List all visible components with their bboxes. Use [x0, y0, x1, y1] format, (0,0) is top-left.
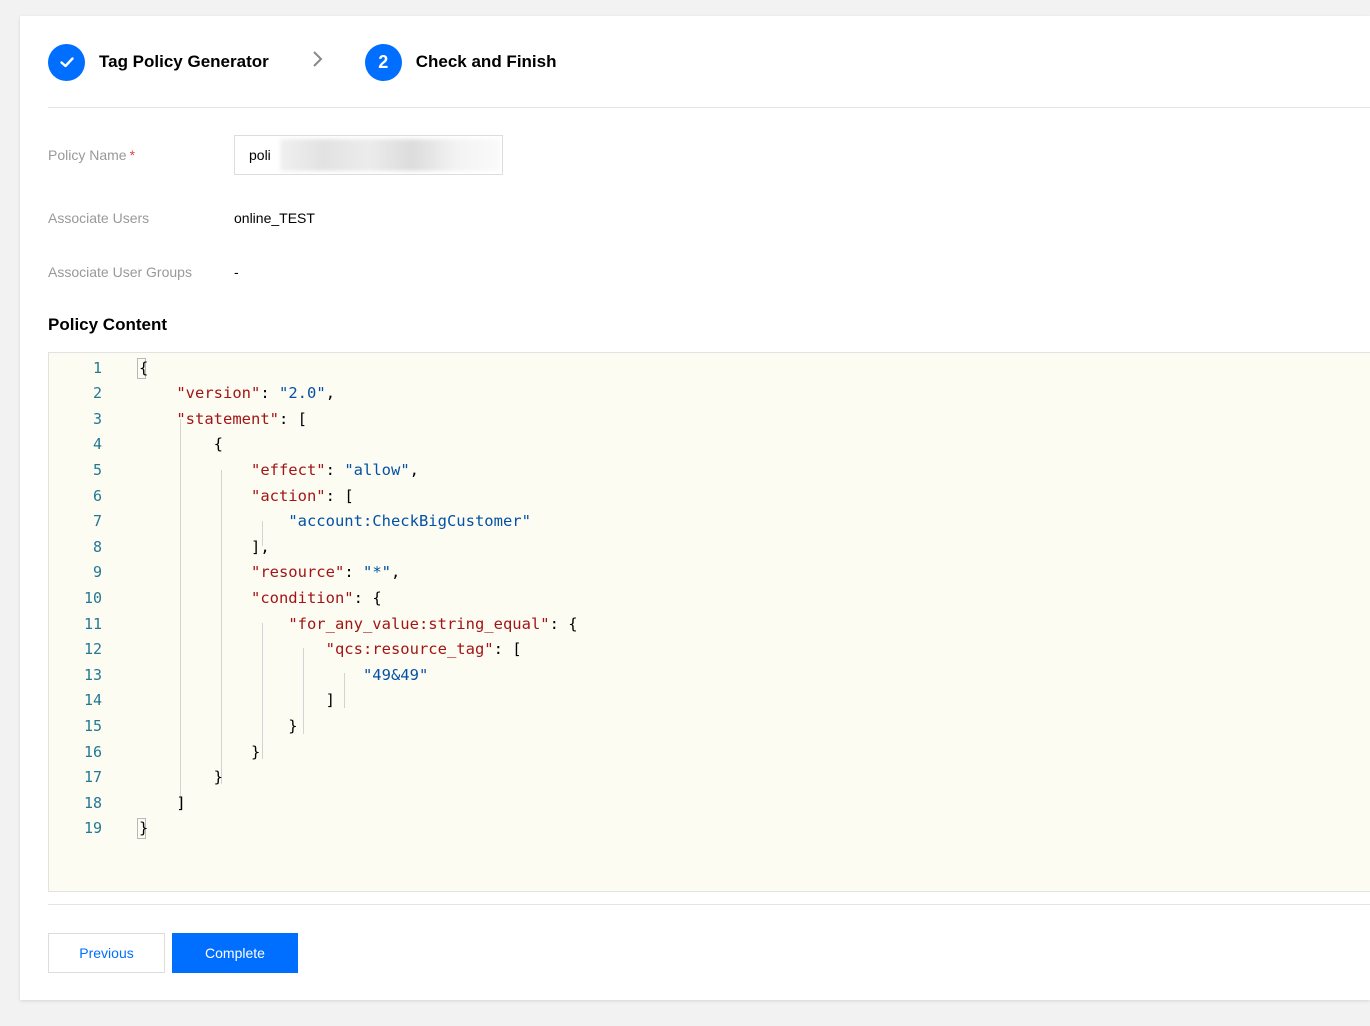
code-line: 15 }: [49, 713, 1370, 738]
associate-groups-value: -: [234, 264, 239, 280]
code-text: "statement": [: [176, 409, 307, 428]
previous-button[interactable]: Previous: [48, 933, 165, 973]
line-number: 17: [83, 768, 102, 787]
code-line: 16 }: [49, 739, 1370, 764]
redacted-blur: [280, 139, 500, 171]
code-line: 19}: [49, 816, 1370, 841]
check-icon: [48, 43, 85, 81]
line-number: 8: [92, 537, 102, 556]
line-number: 10: [83, 588, 102, 607]
wizard-steps: Tag Policy Generator 2 Check and Finish: [48, 42, 556, 82]
complete-button[interactable]: Complete: [172, 933, 298, 973]
code-line: 12 "qcs:resource_tag": [: [49, 637, 1370, 662]
line-number: 19: [83, 819, 102, 838]
code-text: ]: [139, 691, 335, 710]
line-number: 12: [83, 640, 102, 659]
line-number: 1: [92, 358, 102, 377]
code-line: 5 "effect": "allow",: [49, 457, 1370, 482]
code-text: "qcs:resource_tag": [: [325, 640, 522, 659]
code-line: 6 "action": [: [49, 483, 1370, 508]
policy-name-value: poli: [249, 147, 271, 163]
line-number: 2: [92, 384, 102, 403]
footer-divider: [48, 904, 1370, 905]
step-label: Tag Policy Generator: [99, 52, 269, 71]
header-divider: [48, 107, 1370, 108]
line-number: 3: [92, 409, 102, 428]
line-number: 4: [92, 435, 102, 454]
code-line: 14 ]: [49, 688, 1370, 713]
line-number: 5: [92, 460, 102, 479]
step-tag-policy-generator[interactable]: Tag Policy Generator: [48, 43, 269, 81]
code-line: 4 {: [49, 432, 1370, 457]
step-label: Check and Finish: [415, 52, 557, 71]
line-number: 18: [83, 793, 102, 812]
code-text: "condition": {: [250, 588, 382, 607]
chevron-right-icon: [311, 49, 325, 75]
step-check-and-finish[interactable]: 2 Check and Finish: [364, 43, 557, 81]
code-line: 13 "49&49": [49, 662, 1370, 687]
policy-name-input[interactable]: poli: [234, 135, 503, 175]
code-text: "resource": "*",: [250, 563, 401, 582]
policy-wizard-card: Tag Policy Generator 2 Check and Finish …: [20, 16, 1370, 1000]
code-text: "action": [: [250, 486, 354, 505]
code-text: }: [139, 742, 261, 761]
code-line: 7 "account:CheckBigCustomer": [49, 509, 1370, 534]
code-line: 11 "for_any_value:string_equal": {: [49, 611, 1370, 636]
code-line: 9 "resource": "*",: [49, 560, 1370, 585]
code-text: ]: [139, 793, 186, 812]
required-mark: *: [129, 147, 136, 163]
code-text: }: [139, 819, 149, 838]
line-number: 6: [92, 486, 102, 505]
line-number: 7: [92, 512, 102, 531]
line-number: 9: [92, 563, 102, 582]
code-text: "for_any_value:string_equal": {: [288, 614, 578, 633]
code-text: "49&49": [362, 665, 429, 684]
code-line: 1{: [49, 355, 1370, 380]
step-number: 2: [364, 43, 402, 81]
associate-users-label: Associate Users: [48, 210, 150, 226]
code-text: {: [139, 358, 149, 377]
associate-users-value: online_TEST: [234, 210, 315, 226]
line-number: 15: [83, 716, 102, 735]
code-text: {: [139, 435, 223, 454]
policy-name-row: Policy Name * poli: [48, 135, 503, 175]
code-text: "account:CheckBigCustomer": [288, 512, 531, 531]
code-line: 17 }: [49, 765, 1370, 790]
associate-users-row: Associate Users online_TEST: [48, 210, 315, 226]
code-text: }: [139, 768, 223, 787]
code-text: }: [139, 716, 298, 735]
associate-groups-row: Associate User Groups -: [48, 264, 239, 280]
code-text: "version": "2.0",: [176, 384, 336, 403]
code-line: 18 ]: [49, 790, 1370, 815]
code-line: 3 "statement": [: [49, 406, 1370, 431]
line-number: 11: [83, 614, 102, 633]
associate-groups-label: Associate User Groups: [48, 264, 192, 280]
code-line: 8 ],: [49, 534, 1370, 559]
code-line: 2 "version": "2.0",: [49, 381, 1370, 406]
code-text: ],: [139, 537, 270, 556]
policy-code-editor[interactable]: 1{2 "version": "2.0", 3 "statement": [4 {…: [48, 352, 1370, 892]
line-number: 16: [83, 742, 102, 761]
code-line: 10 "condition": {: [49, 585, 1370, 610]
line-number: 14: [83, 691, 102, 710]
policy-name-label: Policy Name *: [48, 147, 136, 163]
policy-content-title: Policy Content: [48, 315, 168, 334]
line-number: 13: [83, 665, 102, 684]
code-text: "effect": "allow",: [250, 460, 419, 479]
